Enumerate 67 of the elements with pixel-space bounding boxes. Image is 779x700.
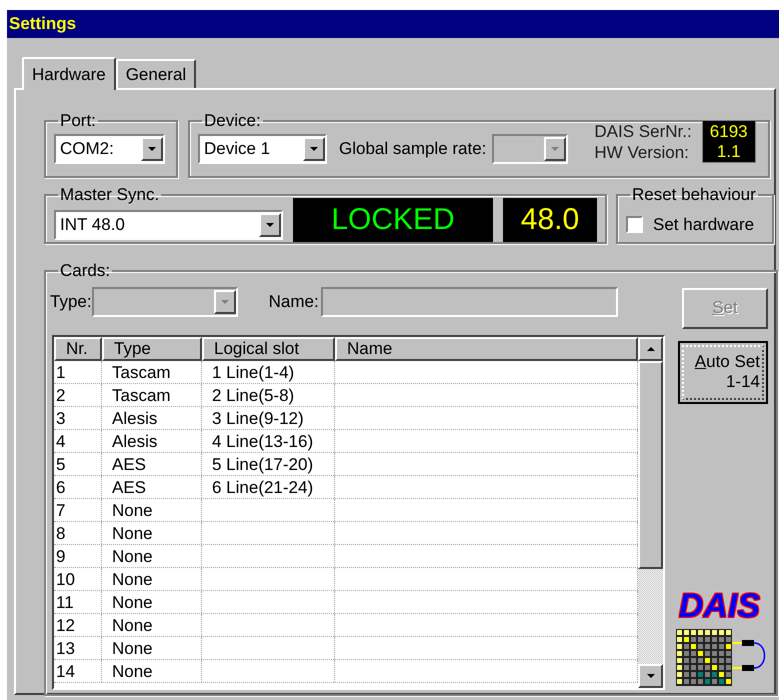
- table-cell: 4: [56, 432, 66, 450]
- scroll-down-icon[interactable]: [638, 664, 663, 688]
- table-cell: 2: [56, 386, 66, 404]
- table-cell: 3 Line(9-12): [212, 408, 304, 428]
- logo-text: DAIS: [678, 588, 760, 622]
- checkbox-label[interactable]: Set hardware: [653, 212, 754, 237]
- table-cell: Tascam: [112, 362, 171, 382]
- device-dropdown[interactable]: Device 1: [198, 134, 327, 164]
- table-cell: 2 Line(5-8): [212, 386, 294, 404]
- field-label: Type:: [50, 290, 92, 313]
- scroll-up-icon[interactable]: [638, 336, 663, 360]
- scroll-thumb[interactable]: [638, 360, 663, 568]
- table-cell: None: [112, 570, 153, 588]
- table-cell: 14: [56, 662, 75, 680]
- name-field[interactable]: [320, 286, 618, 316]
- group-label: Cards:: [59, 260, 112, 282]
- table-cell: Alesis: [112, 408, 158, 428]
- port-dropdown[interactable]: COM2:: [54, 134, 165, 164]
- table-cell: None: [112, 546, 153, 566]
- column-header[interactable]: Nr.: [54, 336, 102, 360]
- sample-rate-display: 48.0: [503, 198, 597, 242]
- checkbox[interactable]: [626, 216, 643, 233]
- table-cell: 7: [56, 500, 66, 520]
- column-header[interactable]: Name: [335, 336, 638, 360]
- group-label: Master Sync.: [59, 184, 160, 206]
- table-cell: None: [112, 662, 153, 680]
- table-cell: AES: [112, 454, 146, 474]
- tab[interactable]: Hardware: [22, 57, 116, 90]
- table-cell: 6: [56, 478, 66, 496]
- table-cell: Tascam: [112, 386, 171, 404]
- table-cell: 8: [56, 524, 66, 542]
- table-cell: AES: [112, 478, 146, 496]
- lock-status-display: LOCKED: [293, 198, 493, 242]
- column-header[interactable]: Type: [102, 336, 202, 360]
- field-label: Name:: [268, 290, 319, 313]
- table-cell: 6 Line(21-24): [212, 478, 314, 496]
- table-cell: 10: [56, 570, 75, 588]
- serial-label: DAIS SerNr.:: [594, 120, 692, 142]
- table-cell: 5 Line(17-20): [212, 454, 314, 474]
- table-cell: 4 Line(13-16): [212, 432, 314, 450]
- table-cell: 9: [56, 546, 66, 566]
- version-label: HW Version:: [594, 142, 690, 162]
- window-title: Settings: [9, 13, 76, 36]
- table-cell: None: [112, 500, 153, 520]
- table-cell: 3: [56, 408, 66, 428]
- master-sync-dropdown[interactable]: INT 48.0: [54, 210, 283, 240]
- hw-version: 1.1: [716, 142, 741, 162]
- table-cell: 12: [56, 616, 75, 634]
- tab[interactable]: General: [116, 59, 196, 88]
- table-cell: 1 Line(1-4): [212, 362, 294, 382]
- table-cell: 13: [56, 638, 75, 658]
- group-label: Device:: [203, 110, 262, 132]
- serial-number: 6193: [710, 122, 748, 142]
- button[interactable]: Auto Set 1-14: [678, 340, 768, 404]
- table-cell: None: [112, 524, 153, 542]
- group-label: Reset behaviour: [631, 184, 757, 206]
- scrollbar[interactable]: [638, 336, 663, 688]
- table-cell: None: [112, 616, 153, 634]
- table-cell: None: [112, 592, 153, 612]
- field-label: Global sample rate:: [339, 138, 486, 160]
- table-cell: 11: [56, 592, 74, 612]
- table-cell: Alesis: [112, 432, 158, 450]
- table-cell: None: [112, 638, 153, 658]
- group-label: Port:: [59, 110, 97, 132]
- column-header[interactable]: Logical slot: [202, 336, 335, 360]
- table-cell: 5: [56, 454, 66, 474]
- table-cell: 1: [56, 362, 66, 382]
